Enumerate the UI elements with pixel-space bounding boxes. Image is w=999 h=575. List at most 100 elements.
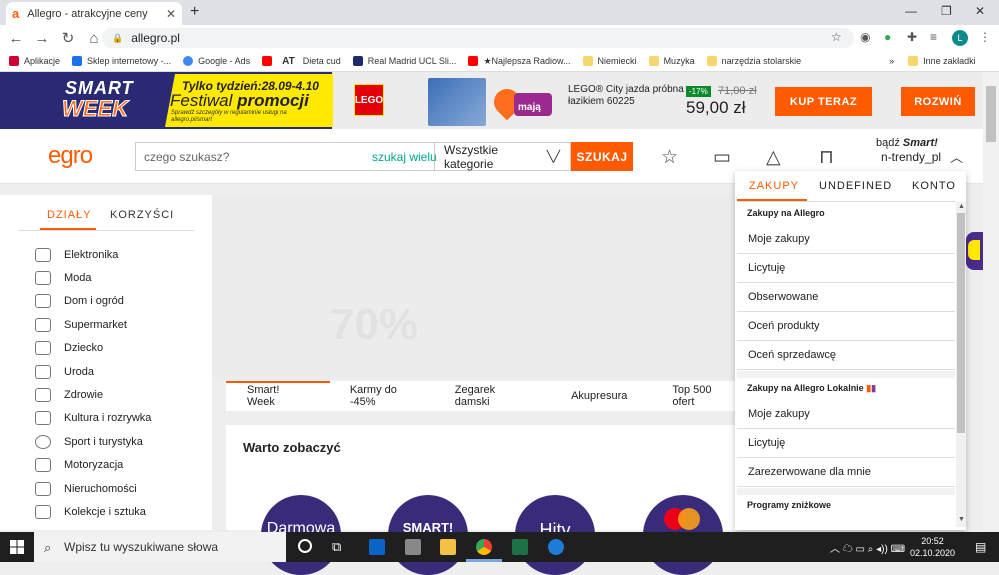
taskbar-search[interactable]: ⌕ Wpisz tu wyszukiwane słowa — [34, 532, 286, 562]
chevron-up-icon[interactable]: ︿ — [950, 147, 963, 166]
skype-icon[interactable]: ◉ — [860, 30, 870, 44]
messages-icon[interactable]: ▭ — [713, 146, 731, 169]
chrome-icon[interactable] — [476, 539, 492, 555]
category-item[interactable]: Sport i turystyka — [35, 435, 143, 449]
other-bookmarks[interactable]: Inne zakładki — [908, 56, 976, 66]
banner-rules: Sprawdź szczegóły w regulaminie usługi n… — [171, 110, 287, 123]
tab-smart-week[interactable]: Smart! Week — [247, 384, 309, 408]
category-item[interactable]: Uroda — [35, 365, 94, 379]
menu-item[interactable]: Zarezerwowane dla mnie — [737, 458, 955, 487]
favorites-star-icon[interactable]: ☆ — [661, 146, 678, 169]
section-heading: Zakupy na Allegro Lokalnie ▮▮ — [747, 383, 877, 393]
scroll-up-icon[interactable]: ▲ — [958, 203, 965, 210]
outlook-icon[interactable] — [369, 539, 385, 555]
edge-icon[interactable] — [548, 539, 564, 555]
tab-benefits[interactable]: KORZYŚCI — [110, 209, 174, 221]
category-item[interactable]: Elektronika — [35, 248, 118, 262]
bookmark-item[interactable]: AT Dieta cud — [282, 56, 341, 67]
category-item[interactable]: Dom i ogród — [35, 294, 124, 308]
menu-item[interactable]: Licytuję — [737, 429, 955, 458]
bookmark-item[interactable]: Aplikacje — [9, 56, 60, 66]
menu-item[interactable]: Moje zakupy — [737, 225, 955, 254]
tab-konto[interactable]: KONTO — [912, 180, 956, 192]
category-item[interactable]: Zdrowie — [35, 388, 103, 402]
basket-icon — [35, 318, 51, 332]
bookmark-item[interactable]: Sklep internetowy -... — [72, 56, 171, 66]
buy-now-button[interactable]: KUP TERAZ — [775, 87, 872, 116]
youtube-icon[interactable] — [262, 56, 277, 66]
notifications-icon[interactable]: ▤ — [975, 540, 986, 554]
category-item[interactable]: Moda — [35, 271, 92, 285]
system-tray[interactable]: ︿ ☁ ▭ ⌕ ◂)) ⌨ — [830, 540, 905, 555]
category-item[interactable]: Nieruchomości — [35, 482, 137, 496]
menu-item[interactable]: Oceń sprzedawcę — [737, 341, 955, 370]
calculator-icon[interactable] — [405, 539, 421, 555]
puzzle-icon[interactable]: ✚ — [907, 30, 917, 44]
maximize-icon[interactable]: ❐ — [941, 4, 952, 18]
menu-item[interactable]: Obserwowane — [737, 283, 955, 312]
excel-icon[interactable] — [512, 539, 528, 555]
menu-item[interactable]: Oceń produkty — [737, 312, 955, 341]
tab-karmy[interactable]: Karmy do -45% — [350, 384, 424, 408]
close-window-icon[interactable]: ✕ — [975, 4, 985, 18]
category-select[interactable]: Wszystkie kategorie ╲╱ — [435, 142, 571, 171]
smart-promo[interactable]: bądź Smart! — [876, 137, 938, 149]
forward-icon[interactable]: → — [29, 30, 55, 47]
menu-item[interactable]: Moje zakupy — [737, 400, 955, 429]
file-explorer-icon[interactable] — [440, 539, 456, 555]
minimize-icon[interactable]: — — [905, 4, 917, 18]
bookmark-folder[interactable]: Niemiecki — [582, 56, 637, 66]
chevron-down-icon: ╲╱ — [546, 151, 560, 163]
tab-top500[interactable]: Top 500 ofert — [672, 384, 735, 408]
new-tab-icon[interactable]: + — [190, 3, 199, 21]
bookmark-item[interactable]: Real Madrid UCL Sli... — [352, 56, 456, 66]
menu-item[interactable]: Licytuję — [737, 254, 955, 283]
clock[interactable]: 20:52 02.10.2020 — [910, 535, 955, 559]
tab-akupresura[interactable]: Akupresura — [571, 390, 627, 402]
bell-icon[interactable]: △ — [766, 146, 781, 169]
bookmark-folder[interactable]: narzędzia stolarskie — [706, 56, 801, 66]
dropdown-scrollbar-thumb[interactable] — [957, 213, 965, 433]
expand-button[interactable]: ROZWIŃ — [901, 87, 975, 116]
building-icon — [35, 482, 51, 496]
star-icon[interactable]: ☆ — [831, 30, 842, 44]
section-heading: Programy zniżkowe — [747, 500, 832, 510]
bookmark-item[interactable]: Google - Ads — [183, 56, 250, 66]
category-item[interactable]: Kolekcje i sztuka — [35, 505, 146, 519]
product-name: LEGO® City jazda próbna łazikiem 60225 — [568, 84, 684, 107]
tab-zegarek[interactable]: Zegarek damski — [455, 384, 531, 408]
banner-festival: Festiwal promocji — [170, 91, 309, 110]
username[interactable]: n-trendy_pl — [881, 150, 941, 164]
category-item[interactable]: Supermarket — [35, 318, 127, 332]
media-icon[interactable]: ≡ — [930, 30, 937, 44]
reload-icon[interactable]: ↻ — [55, 29, 81, 47]
section-heading: Zakupy na Allegro — [747, 208, 825, 218]
task-view-icon[interactable]: ⧉ — [332, 539, 341, 555]
page-scrollbar-thumb[interactable] — [986, 86, 996, 142]
bookmark-item[interactable]: ★Najlepsza Radiow... — [468, 56, 571, 67]
category-item[interactable]: Kultura i rozrywka — [35, 411, 151, 425]
dropdown-active-underline — [737, 199, 807, 201]
tab-departments[interactable]: DZIAŁY — [47, 209, 92, 221]
more-bookmarks-icon[interactable]: » — [889, 56, 894, 66]
tab-close-icon[interactable]: ✕ — [166, 7, 176, 21]
menu-icon[interactable]: ⋮ — [979, 30, 991, 44]
cart-icon[interactable]: ⊓ — [819, 146, 834, 169]
windows-start-icon[interactable] — [10, 540, 24, 554]
category-item[interactable]: Motoryzacja — [35, 458, 123, 472]
bookmark-folder[interactable]: Muzyka — [648, 56, 695, 66]
profile-avatar[interactable]: L — [952, 30, 968, 46]
address-bar[interactable]: 🔒 allegro.pl — [102, 28, 854, 48]
search-button[interactable]: SZUKAJ — [571, 142, 633, 171]
category-item[interactable]: Dziecko — [35, 341, 103, 355]
tab-undefined[interactable]: UNDEFINED — [819, 180, 892, 192]
scroll-down-icon[interactable]: ▼ — [958, 516, 965, 523]
allegro-logo[interactable]: egro — [48, 142, 93, 170]
cortana-icon[interactable] — [298, 539, 312, 553]
hero-banner[interactable] — [212, 195, 735, 380]
tab-zakupy[interactable]: ZAKUPY — [749, 180, 799, 192]
browser-tab[interactable]: a Allegro - atrakcyjne ceny ✕ — [6, 2, 182, 25]
back-icon[interactable]: ← — [3, 30, 29, 47]
search-many-link[interactable]: szukaj wielu — [372, 150, 437, 164]
extension-green-icon[interactable]: ● — [884, 30, 891, 44]
